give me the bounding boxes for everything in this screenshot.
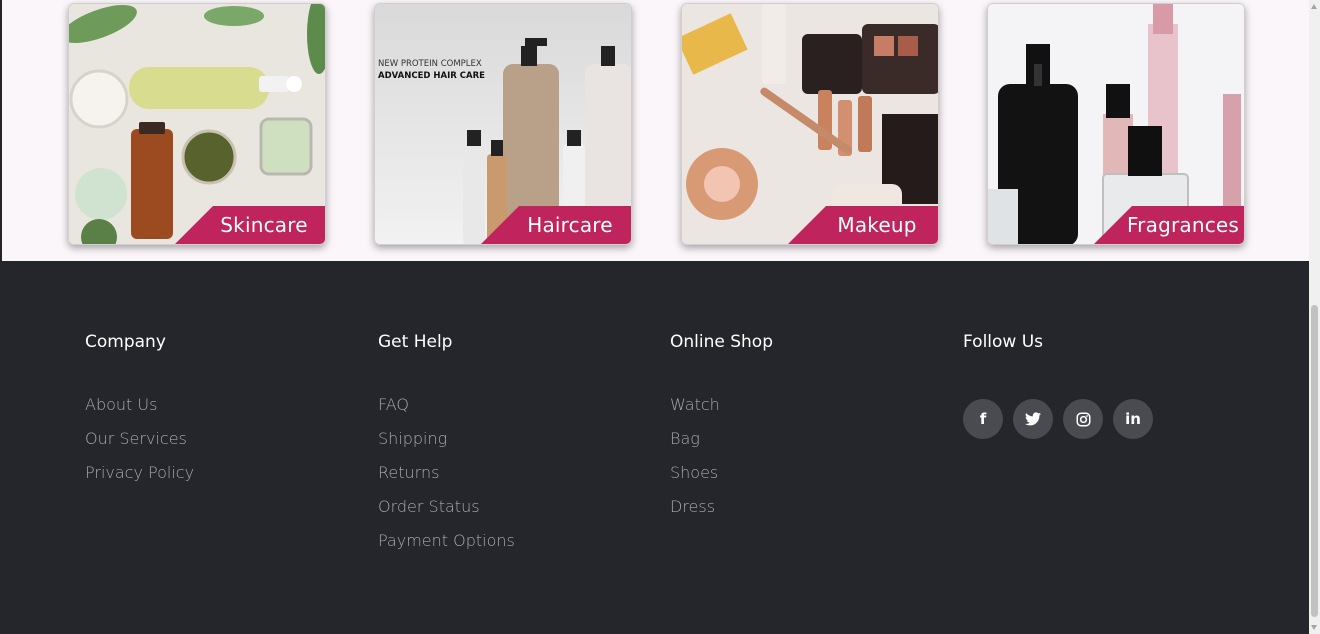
- footer-column-company: Company About Us Our Services Privacy Po…: [85, 331, 194, 490]
- haircare-image-text-1: NEW PROTEIN COMPLEX: [378, 59, 482, 69]
- category-card-haircare[interactable]: NEW PROTEIN COMPLEX ADVANCED HAIR CARE H…: [374, 3, 632, 245]
- category-card-fragrances[interactable]: Fragrances: [987, 3, 1245, 245]
- facebook-icon[interactable]: f: [963, 399, 1003, 439]
- linkedin-icon[interactable]: in: [1113, 399, 1153, 439]
- footer-heading: Online Shop: [670, 332, 773, 352]
- facebook-glyph: f: [979, 410, 987, 428]
- footer-link-dress[interactable]: Dress: [670, 490, 773, 524]
- footer-link-about-us[interactable]: About Us: [85, 388, 194, 422]
- footer-link-bag[interactable]: Bag: [670, 422, 773, 456]
- footer-column-follow: Follow Us f in: [963, 331, 1153, 439]
- footer-link-shoes[interactable]: Shoes: [670, 456, 773, 490]
- social-links: f in: [963, 399, 1153, 439]
- category-card-makeup[interactable]: Makeup: [681, 3, 939, 245]
- footer-link-returns[interactable]: Returns: [378, 456, 515, 490]
- site-footer: Company About Us Our Services Privacy Po…: [0, 261, 1309, 634]
- twitter-icon[interactable]: [1013, 399, 1053, 439]
- footer-heading: Company: [85, 332, 166, 352]
- footer-link-privacy-policy[interactable]: Privacy Policy: [85, 456, 194, 490]
- instagram-glyph: [1076, 412, 1090, 426]
- scroll-up-arrow-icon[interactable]: [1311, 4, 1317, 9]
- footer-heading: Get Help: [378, 332, 453, 352]
- vertical-scrollbar[interactable]: [1309, 0, 1320, 634]
- instagram-icon[interactable]: [1063, 399, 1103, 439]
- footer-link-our-services[interactable]: Our Services: [85, 422, 194, 456]
- linkedin-glyph: in: [1125, 410, 1141, 428]
- twitter-glyph: [1025, 412, 1041, 426]
- footer-link-faq[interactable]: FAQ: [378, 388, 515, 422]
- footer-column-help: Get Help FAQ Shipping Returns Order Stat…: [378, 331, 515, 558]
- category-strip: Skincare NEW PROTEIN COMPLEX ADVANCED HA…: [0, 0, 1309, 261]
- scroll-down-arrow-icon[interactable]: [1311, 625, 1317, 630]
- footer-link-shipping[interactable]: Shipping: [378, 422, 515, 456]
- footer-link-watch[interactable]: Watch: [670, 388, 773, 422]
- footer-link-payment-options[interactable]: Payment Options: [378, 524, 515, 558]
- footer-link-order-status[interactable]: Order Status: [378, 490, 515, 524]
- footer-heading: Follow Us: [963, 332, 1044, 352]
- haircare-image-text-2: ADVANCED HAIR CARE: [378, 71, 485, 81]
- scroll-thumb[interactable]: [1311, 305, 1318, 617]
- footer-column-shop: Online Shop Watch Bag Shoes Dress: [670, 331, 773, 524]
- category-card-skincare[interactable]: Skincare: [68, 3, 326, 245]
